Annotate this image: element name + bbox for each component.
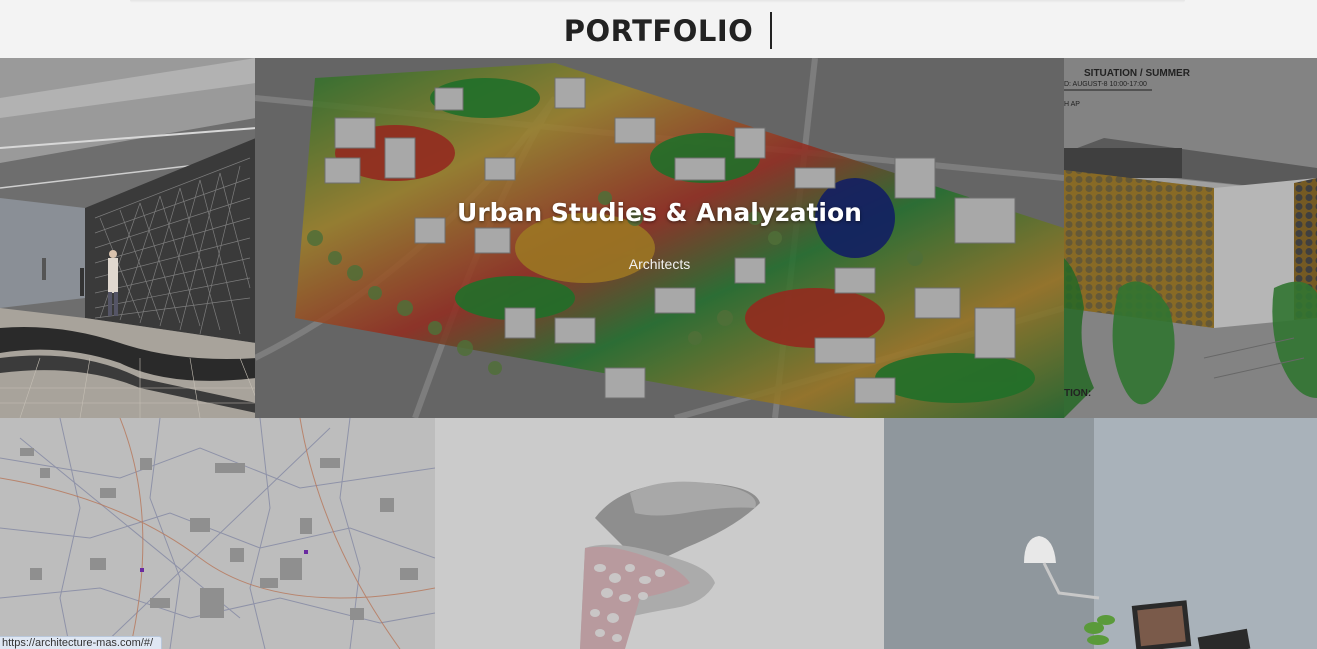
featured-category: Architects [628,256,691,272]
portfolio-item-interior[interactable] [0,58,256,418]
panel-text-4: TION: [1064,388,1091,399]
urban-heatmap-image [255,58,1064,418]
site-header: PORTFOLIO [0,0,1317,58]
portfolio-item-city-map[interactable] [0,418,435,649]
portfolio-item-facade[interactable]: SITUATION / SUMMER D: AUGUST-8 10:00-17:… [1064,58,1317,418]
header-shadow [130,0,1185,3]
featured-title[interactable]: Urban Studies & Analyzation [255,198,1064,227]
status-bar-url: https://architecture-mas.com/#/ [0,636,162,649]
portfolio-item-hand-model[interactable] [435,418,884,649]
city-map-image [0,418,435,649]
hand-model-image [435,418,884,649]
page-title: PORTFOLIO [563,14,754,48]
panel-text-1: SITUATION / SUMMER [1084,68,1191,79]
portfolio-item-urban-studies[interactable]: Urban Studies & Analyzation Architects [255,58,1064,418]
workspace-image [884,418,1317,649]
panel-text-2: D: AUGUST-8 10:00-17:00 [1064,81,1147,88]
portfolio-item-workspace[interactable] [884,418,1317,649]
text-cursor [770,12,772,49]
interior-image [0,58,256,418]
panel-text-3: H AP [1064,101,1080,108]
facade-image: SITUATION / SUMMER D: AUGUST-8 10:00-17:… [1064,58,1317,418]
